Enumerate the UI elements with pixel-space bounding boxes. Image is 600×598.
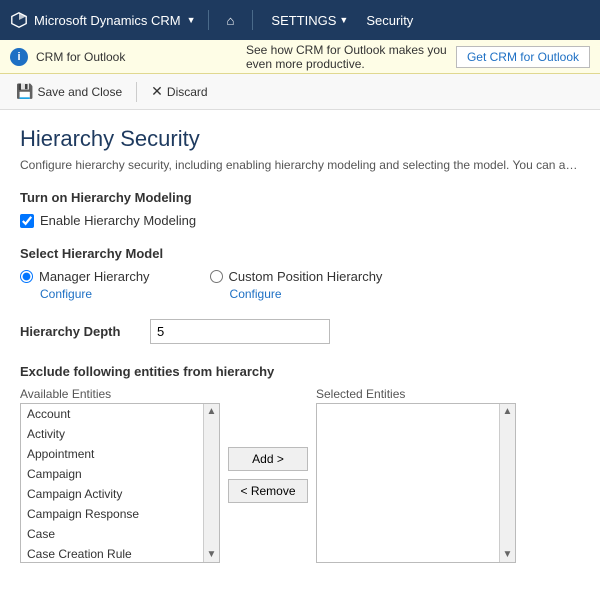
selected-entities-label: Selected Entities [316,387,516,401]
custom-hierarchy-radio[interactable] [210,270,223,283]
remove-button[interactable]: < Remove [228,479,308,503]
available-entities-label: Available Entities [20,387,220,401]
main-content: Hierarchy Security Configure hierarchy s… [0,110,600,579]
custom-hierarchy-option: Custom Position Hierarchy Configure [210,269,383,301]
discard-label: Discard [167,85,208,99]
nav-logo: Microsoft Dynamics CRM ▼ [10,11,196,29]
custom-configure-link[interactable]: Configure [230,287,383,301]
add-button[interactable]: Add > [228,447,308,471]
save-close-label: Save and Close [37,85,122,99]
page-title: Hierarchy Security [20,126,580,152]
save-icon: 💾 [16,83,33,100]
toolbar: 💾 Save and Close ✕ Discard [0,74,600,110]
hierarchy-depth-input[interactable] [150,319,330,344]
selected-scroll-down-icon[interactable]: ▼ [501,547,515,562]
entity-item[interactable]: Campaign Activity [21,484,219,504]
available-entities-list[interactable]: AccountActivityAppointmentCampaignCampai… [20,403,220,563]
nav-bar: Microsoft Dynamics CRM ▼ ⌂ SETTINGS ▼ Se… [0,0,600,40]
hierarchy-depth-label: Hierarchy Depth [20,324,140,339]
entities-container: Available Entities AccountActivityAppoin… [20,387,580,563]
entity-item[interactable]: Case Creation Rule [21,544,219,563]
hierarchy-model-section-label: Select Hierarchy Model [20,246,580,261]
middle-buttons: Add > < Remove [228,447,308,503]
selected-list-scrollbar[interactable]: ▲ ▼ [499,404,515,562]
entity-item[interactable]: Campaign Response [21,504,219,524]
nav-divider-2 [252,10,253,30]
nav-settings-label: SETTINGS [271,13,336,28]
custom-hierarchy-label: Custom Position Hierarchy [229,269,383,284]
enable-hierarchy-checkbox[interactable] [20,214,34,228]
entity-item[interactable]: Case [21,524,219,544]
manager-configure-link[interactable]: Configure [40,287,150,301]
scroll-up-icon[interactable]: ▲ [205,404,219,419]
nav-security-label: Security [366,13,413,28]
page-description: Configure hierarchy security, including … [20,158,580,172]
entity-item[interactable]: Campaign [21,464,219,484]
manager-hierarchy-radio[interactable] [20,270,33,283]
nav-logo-chevron-icon: ▼ [187,15,196,25]
info-banner-message: See how CRM for Outlook makes you even m… [246,43,448,71]
hierarchy-modeling-section-label: Turn on Hierarchy Modeling [20,190,580,205]
nav-settings-button[interactable]: SETTINGS ▼ [265,9,354,32]
dynamics-logo-icon [10,11,28,29]
available-list-scrollbar[interactable]: ▲ ▼ [203,404,219,562]
entity-item[interactable]: Activity [21,424,219,444]
discard-icon: ✕ [151,83,163,100]
manager-hierarchy-label: Manager Hierarchy [39,269,150,284]
entity-item[interactable]: Appointment [21,444,219,464]
selected-scroll-up-icon[interactable]: ▲ [501,404,515,419]
save-close-button[interactable]: 💾 Save and Close [8,79,130,104]
hierarchy-depth-row: Hierarchy Depth [20,319,580,344]
info-banner: i CRM for Outlook See how CRM for Outloo… [0,40,600,74]
selected-entities-wrapper: Selected Entities ▲ ▼ [316,387,516,563]
entity-item[interactable]: Account [21,404,219,424]
info-icon: i [10,48,28,66]
scroll-down-icon[interactable]: ▼ [205,547,219,562]
info-banner-product: CRM for Outlook [36,50,238,64]
nav-home-button[interactable]: ⌂ [221,9,241,32]
settings-chevron-icon: ▼ [339,15,348,25]
hierarchy-modeling-row: Enable Hierarchy Modeling [20,213,580,228]
entities-section-label: Exclude following entities from hierarch… [20,364,580,379]
discard-button[interactable]: ✕ Discard [143,79,215,104]
enable-hierarchy-label: Enable Hierarchy Modeling [40,213,196,228]
available-entities-wrapper: Available Entities AccountActivityAppoin… [20,387,220,563]
toolbar-separator [136,82,137,102]
home-icon: ⌂ [227,13,235,28]
hierarchy-model-radio-group: Manager Hierarchy Configure Custom Posit… [20,269,580,301]
get-crm-outlook-button[interactable]: Get CRM for Outlook [456,46,590,68]
nav-divider-1 [208,10,209,30]
manager-hierarchy-option: Manager Hierarchy Configure [20,269,150,301]
nav-logo-text: Microsoft Dynamics CRM [34,13,181,28]
selected-entities-list[interactable]: ▲ ▼ [316,403,516,563]
